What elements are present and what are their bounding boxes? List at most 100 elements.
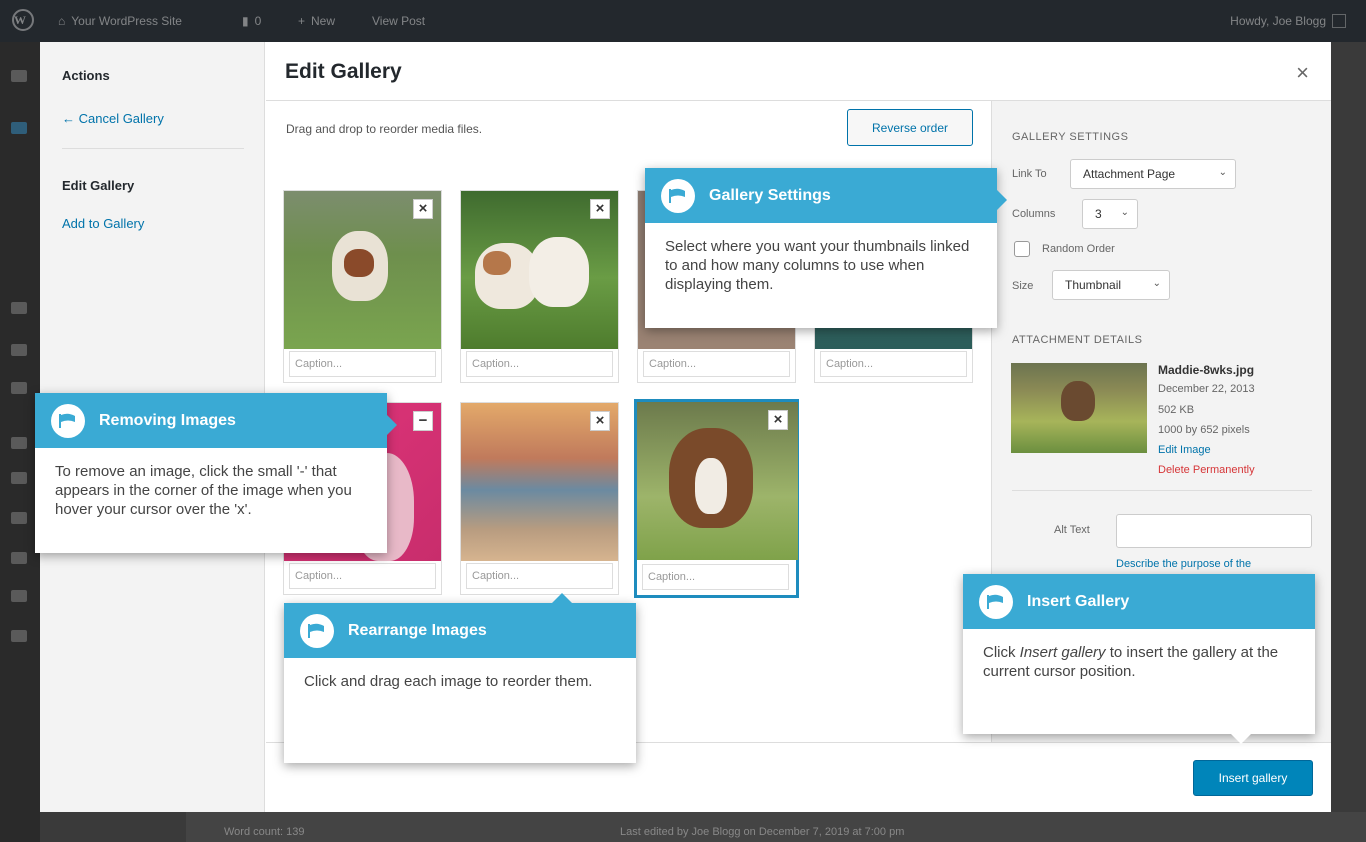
callout-title: Removing Images bbox=[99, 411, 236, 429]
callout-header: Insert Gallery bbox=[963, 574, 1315, 629]
callout-title: Insert Gallery bbox=[1027, 592, 1130, 610]
word-count: Word count: 139 bbox=[224, 826, 305, 838]
callout-title: Gallery Settings bbox=[709, 186, 831, 204]
callout-pointer bbox=[997, 190, 1007, 210]
users-icon[interactable] bbox=[11, 512, 27, 524]
gallery-thumbnail[interactable]: × Caption... bbox=[283, 190, 442, 383]
caption-field[interactable]: Caption... bbox=[466, 563, 613, 589]
comments-icon[interactable] bbox=[11, 382, 27, 394]
caption-field[interactable]: Caption... bbox=[642, 564, 789, 590]
editor-status-bar: Word count: 139 Last edited by Joe Blogg… bbox=[186, 812, 1366, 842]
flag-icon bbox=[300, 613, 334, 648]
insert-gallery-button[interactable]: Insert gallery bbox=[1193, 760, 1313, 796]
caption-field[interactable]: Caption... bbox=[820, 351, 967, 377]
gallery-settings-heading: Gallery Settings bbox=[1012, 131, 1129, 143]
random-order-label: Random Order bbox=[1042, 243, 1115, 255]
attachment-dimensions: 1000 by 652 pixels bbox=[1158, 424, 1250, 436]
new-label: New bbox=[311, 14, 336, 28]
gallery-thumbnail[interactable]: × Caption... bbox=[460, 190, 619, 383]
random-order-checkbox[interactable] bbox=[1014, 241, 1030, 257]
instructions: Drag and drop to reorder media files. bbox=[286, 122, 483, 136]
gallery-thumbnail[interactable]: × Caption... bbox=[460, 402, 619, 595]
link-to-label: Link To bbox=[1012, 168, 1047, 180]
callout-body: To remove an image, click the small '-' … bbox=[55, 463, 352, 518]
attachment-details-heading: Attachment Details bbox=[1012, 334, 1143, 346]
describe-purpose-link[interactable]: Describe the purpose of the bbox=[1116, 558, 1312, 570]
callout-pointer bbox=[552, 593, 572, 603]
beagle-head-shape bbox=[344, 249, 374, 277]
rearrange-images-callout: Rearrange Images Click and drag each ima… bbox=[284, 593, 636, 763]
collapse-icon[interactable] bbox=[11, 630, 27, 642]
chevron-down-icon: ⌄ bbox=[1120, 207, 1129, 218]
insert-gallery-callout: Insert Gallery Click Insert gallery to i… bbox=[963, 574, 1315, 744]
site-name: Your WordPress Site bbox=[71, 14, 182, 28]
media-icon[interactable] bbox=[11, 302, 27, 314]
attachment-filename: Maddie-8wks.jpg bbox=[1158, 363, 1255, 377]
tools-icon[interactable] bbox=[11, 552, 27, 564]
attachment-filesize: 502 KB bbox=[1158, 404, 1195, 416]
posts-icon[interactable] bbox=[11, 122, 27, 134]
menu-item-add-to-gallery[interactable]: Add to Gallery bbox=[62, 216, 144, 231]
alt-text-label: Alt Text bbox=[1054, 524, 1090, 536]
callout-body: Click and drag each image to reorder the… bbox=[304, 673, 593, 690]
view-post-label: View Post bbox=[372, 14, 426, 28]
settings-icon[interactable] bbox=[11, 590, 27, 602]
dashboard-icon[interactable] bbox=[11, 70, 27, 82]
actions-heading: Actions bbox=[62, 68, 110, 83]
page-title: Edit Gallery bbox=[285, 60, 402, 83]
columns-value: 3 bbox=[1095, 207, 1102, 221]
remove-icon[interactable]: × bbox=[768, 410, 788, 430]
caption-field[interactable]: Caption... bbox=[289, 563, 436, 589]
reverse-order-button[interactable]: Reverse order bbox=[847, 109, 973, 146]
boxer-shape bbox=[1061, 381, 1095, 421]
menu-item-edit-gallery[interactable]: Edit Gallery bbox=[62, 178, 134, 193]
wordpress-logo-icon[interactable]: W bbox=[12, 9, 34, 31]
menu-separator bbox=[62, 148, 244, 149]
callout-body-emphasis: Insert gallery bbox=[1019, 644, 1106, 661]
admin-bar-account[interactable]: Howdy, Joe Blogg bbox=[1230, 14, 1346, 28]
pages-icon[interactable] bbox=[11, 344, 27, 356]
gallery-thumbnail-selected[interactable]: × Caption... bbox=[634, 399, 799, 598]
admin-bar-site[interactable]: ⌂ Your WordPress Site bbox=[58, 14, 182, 28]
admin-bar-comments[interactable]: ▮ 0 bbox=[242, 14, 261, 28]
flag-icon bbox=[661, 178, 695, 213]
callout-body: Select where you want your thumbnails li… bbox=[665, 238, 970, 293]
link-to-value: Attachment Page bbox=[1083, 167, 1176, 181]
cancel-gallery-link[interactable]: ← Cancel Gallery bbox=[62, 111, 164, 126]
callout-title: Rearrange Images bbox=[348, 621, 487, 639]
howdy-label: Howdy, Joe Blogg bbox=[1230, 14, 1326, 28]
link-to-select[interactable]: Attachment Page ⌄ bbox=[1070, 159, 1236, 189]
remove-icon[interactable]: × bbox=[590, 199, 610, 219]
size-value: Thumbnail bbox=[1065, 278, 1122, 292]
attachment-date: December 22, 2013 bbox=[1158, 383, 1255, 395]
admin-bar-new[interactable]: + New bbox=[298, 14, 335, 28]
size-select[interactable]: Thumbnail ⌄ bbox=[1052, 270, 1170, 300]
appearance-icon[interactable] bbox=[11, 437, 27, 449]
comment-icon: ▮ bbox=[242, 14, 249, 28]
avatar bbox=[1332, 14, 1346, 28]
alt-text-input[interactable] bbox=[1116, 514, 1312, 548]
caption-field[interactable]: Caption... bbox=[643, 351, 790, 377]
callout-header: Rearrange Images bbox=[284, 603, 636, 658]
callout-header: Gallery Settings bbox=[645, 168, 997, 223]
remove-icon[interactable]: × bbox=[590, 411, 610, 431]
admin-bar-view-post[interactable]: View Post bbox=[372, 14, 425, 28]
sidebar-separator bbox=[1012, 490, 1312, 491]
caption-field[interactable]: Caption... bbox=[466, 351, 613, 377]
plus-icon: + bbox=[298, 14, 306, 28]
close-icon[interactable]: × bbox=[1296, 60, 1309, 86]
callout-pointer bbox=[1231, 734, 1251, 744]
remove-hover-icon[interactable]: − bbox=[413, 411, 433, 431]
columns-select[interactable]: 3 ⌄ bbox=[1082, 199, 1138, 229]
removing-images-callout: Removing Images To remove an image, clic… bbox=[35, 393, 397, 553]
admin-menu bbox=[0, 42, 40, 842]
gallery-settings-callout: Gallery Settings Select where you want y… bbox=[645, 168, 1007, 328]
flag-icon bbox=[979, 584, 1013, 619]
delete-permanently-link[interactable]: Delete Permanently bbox=[1158, 464, 1255, 476]
edit-image-link[interactable]: Edit Image bbox=[1158, 444, 1211, 456]
bulldog-shape bbox=[529, 237, 589, 307]
boxer-blaze-shape bbox=[695, 458, 727, 514]
remove-icon[interactable]: × bbox=[413, 199, 433, 219]
caption-field[interactable]: Caption... bbox=[289, 351, 436, 377]
plugins-icon[interactable] bbox=[11, 472, 27, 484]
